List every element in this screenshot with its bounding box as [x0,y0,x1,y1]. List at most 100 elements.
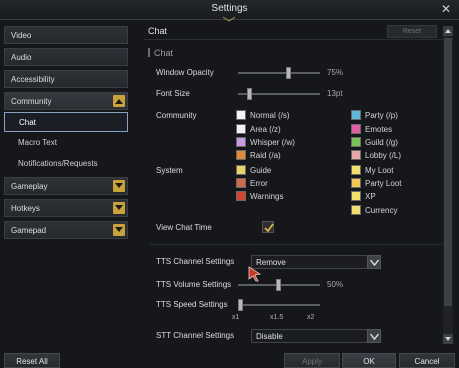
font-size-label: Font Size [156,89,190,98]
close-icon[interactable]: ✕ [441,2,451,16]
reset-button[interactable]: Reset [387,25,437,38]
error-color-swatch[interactable] [236,178,246,188]
window-opacity-value: 75% [327,68,344,77]
guild-color-swatch[interactable] [351,137,361,147]
ok-button[interactable]: OK [342,353,396,368]
warnings-color-swatch[interactable] [236,191,246,201]
sidebar-item-gameplay[interactable]: Gameplay [4,177,128,195]
my-loot-color-swatch[interactable] [351,165,361,175]
sidebar-subitem-notifications[interactable]: Notifications/Requests [4,154,128,174]
mouse-cursor-icon [248,266,262,282]
apply-button[interactable]: Apply [284,353,340,368]
content-scrollbar[interactable] [443,26,453,344]
whisper-color-swatch[interactable] [236,137,246,147]
sidebar-item-label: Video [11,31,32,40]
scroll-up-arrow-icon[interactable] [443,26,453,36]
sidebar-item-video[interactable]: Video [4,26,128,44]
sidebar-item-community[interactable]: Community [4,92,128,110]
emotes-color-swatch[interactable] [351,124,361,134]
window-opacity-slider-thumb[interactable] [286,67,291,79]
raid-color-swatch[interactable] [236,150,246,160]
chevron-down-icon[interactable] [367,255,381,269]
guild-channel-label: Guild (/g) [365,138,398,147]
sidebar-item-accessibility[interactable]: Accessibility [4,70,128,88]
community-label: Community [156,111,197,120]
font-size-value: 13pt [327,89,343,98]
tts-volume-slider-thumb[interactable] [276,279,281,291]
sidebar-item-gamepad[interactable]: Gamepad [4,221,128,239]
warnings-channel-label: Warnings [250,192,284,201]
sidebar-item-label: Macro Text [18,138,57,147]
tts-speed-label: TTS Speed Settings [156,300,228,309]
system-label: System [156,166,183,175]
sidebar-item-label: Community [11,97,52,106]
party-color-swatch[interactable] [351,110,361,120]
party-channel-label: Party (/p) [365,111,398,120]
tts-volume-value: 50% [327,280,344,289]
guide-color-swatch[interactable] [236,165,246,175]
font-size-slider-thumb[interactable] [247,88,252,100]
sidebar-subitem-chat[interactable]: Chat [4,112,128,132]
sidebar-item-audio[interactable]: Audio [4,48,128,66]
sidebar-subitem-macro-text[interactable]: Macro Text [4,133,128,153]
tts-speed-track[interactable] [238,304,320,306]
chevron-up-icon[interactable] [113,95,125,107]
title-ornament-icon [223,16,235,22]
party-loot-channel-label: Party Loot [365,179,402,188]
sidebar-item-hotkeys[interactable]: Hotkeys [4,199,128,217]
window-opacity-track[interactable] [238,72,320,74]
lobby-channel-label: Lobby (/L) [365,151,402,160]
tts-speed-tick: x1.5 [270,314,284,321]
lobby-color-swatch[interactable] [351,150,361,160]
scrollbar-thumb[interactable] [444,38,452,306]
window-opacity-label: Window Opacity [156,68,214,77]
chevron-down-icon[interactable] [113,224,125,236]
sidebar-item-label: Gameplay [11,182,48,191]
section-title: Chat [154,48,174,58]
sidebar-item-label: Chat [19,118,36,127]
my-loot-channel-label: My Loot [365,166,394,175]
stt-channel-label: STT Channel Settings [156,331,235,340]
chevron-down-icon[interactable] [113,180,125,192]
window-title: Settings [211,3,248,14]
sidebar-item-label: Audio [11,53,32,62]
scroll-down-arrow-icon[interactable] [443,334,453,344]
xp-channel-label: XP [365,192,376,201]
currency-channel-label: Currency [365,206,398,215]
stt-channel-selected: Disable [256,332,283,341]
emotes-channel-label: Emotes [365,125,393,134]
divider [150,244,442,245]
area-channel-label: Area (/z) [250,125,281,134]
section-marker [148,48,150,57]
normal-color-swatch[interactable] [236,110,246,120]
area-color-swatch[interactable] [236,124,246,134]
raid-channel-label: Raid (/a) [250,151,281,160]
view-chat-time-checkbox[interactable] [262,221,274,233]
sidebar-item-label: Notifications/Requests [18,159,98,168]
currency-color-swatch[interactable] [351,205,361,215]
sidebar-item-label: Hotkeys [11,204,40,213]
tts-speed-tick: x2 [307,314,315,321]
whisper-channel-label: Whisper (/w) [250,138,295,147]
tts-channel-label: TTS Channel Settings [156,257,235,266]
sidebar-item-label: Gamepad [11,226,47,235]
cancel-button[interactable]: Cancel [399,353,455,368]
title-bar: Settings ✕ [0,0,459,22]
tts-speed-slider-thumb[interactable] [238,299,243,311]
tts-speed-tick: x1 [232,314,240,321]
error-channel-label: Error [250,179,268,188]
stt-channel-dropdown[interactable]: Disable [251,329,381,343]
party-loot-color-swatch[interactable] [351,178,361,188]
tts-volume-label: TTS Volume Settings [156,280,232,289]
xp-color-swatch[interactable] [351,191,361,201]
tts-channel-dropdown[interactable]: Remove [251,255,381,269]
sidebar-item-label: Accessibility [11,75,55,84]
normal-channel-label: Normal (/s) [250,111,290,120]
reset-all-button[interactable]: Reset All [4,353,60,368]
page-title: Chat [148,26,168,36]
view-chat-time-label: View Chat Time [156,223,212,232]
guide-channel-label: Guide [250,166,272,175]
chevron-down-icon[interactable] [367,329,381,343]
checkmark-icon [264,223,274,233]
chevron-down-icon[interactable] [113,202,125,214]
